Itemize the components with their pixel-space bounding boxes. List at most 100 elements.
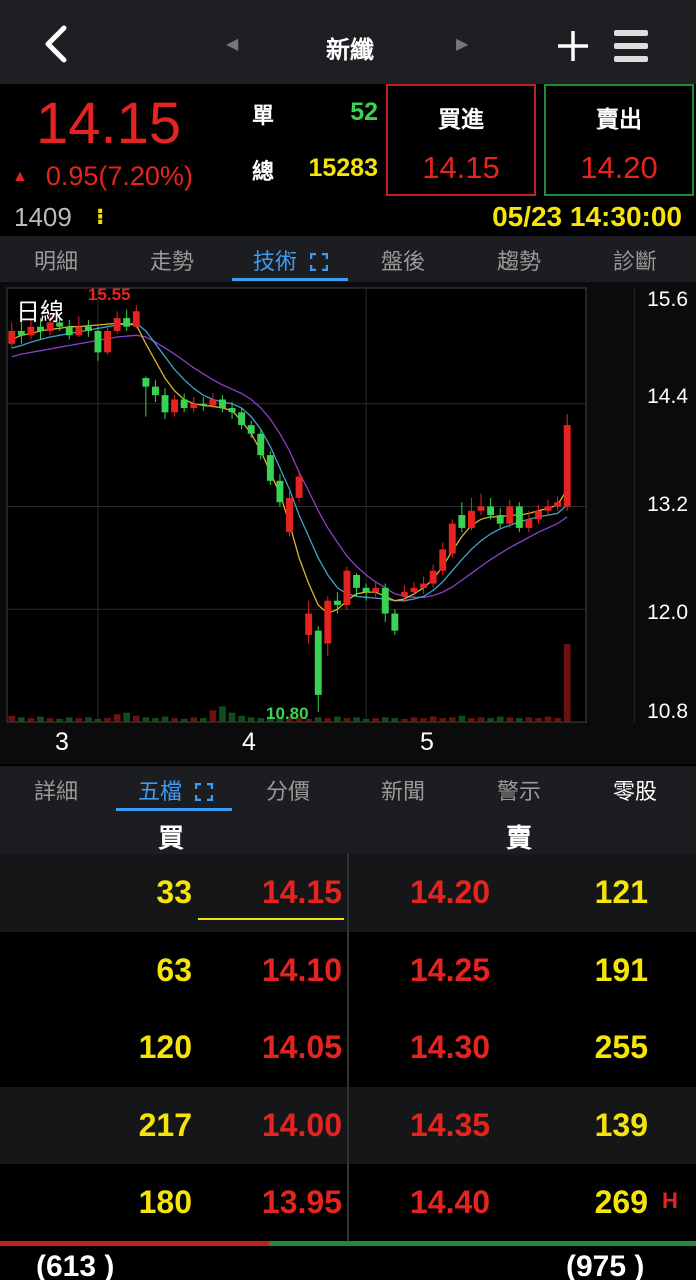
candle-body xyxy=(295,476,303,498)
bid-ratio-bar xyxy=(0,1241,269,1246)
candle-body xyxy=(247,425,255,434)
candle-body xyxy=(228,408,236,413)
quote-datetime: 05/23 14:30:00 xyxy=(492,201,682,232)
menu-button[interactable] xyxy=(612,28,652,64)
candle-body xyxy=(94,330,102,353)
technical-chart[interactable]: 日線 15.55 10.80 15.6 14.4 13.2 12.0 10.8 … xyxy=(0,282,696,764)
candle-body xyxy=(487,506,495,516)
x-tick-label: 5 xyxy=(420,728,434,756)
tab-price-distribution[interactable]: 分價 xyxy=(266,774,310,806)
candle-body xyxy=(266,455,274,481)
volume-bar xyxy=(65,717,73,722)
volume-bar xyxy=(343,718,351,722)
candle-body xyxy=(544,506,552,511)
tab-details[interactable]: 詳細 xyxy=(34,774,78,806)
y-tick-label: 15.6 xyxy=(647,288,688,311)
ask-volume: 191 xyxy=(594,952,648,988)
candle-body xyxy=(219,399,226,409)
sell-button[interactable]: 賣出 14.20 xyxy=(544,84,694,196)
volume-bar xyxy=(448,717,456,722)
candle-body xyxy=(333,600,341,605)
prev-stock-button[interactable]: ◀ xyxy=(226,34,238,54)
tab-trend[interactable]: 走勢 xyxy=(150,244,194,276)
orderbook-header: 買 賣 xyxy=(0,812,696,854)
volume-bar xyxy=(362,718,370,722)
y-tick-label: 12.0 xyxy=(647,601,688,624)
volume-bar xyxy=(247,717,255,722)
bid-price: 14.05 xyxy=(261,1029,342,1065)
volume-bar xyxy=(458,715,466,722)
volume-bar xyxy=(477,717,485,722)
volume-bar xyxy=(161,716,169,722)
y-tick-label: 13.2 xyxy=(647,493,688,516)
tab-tendency[interactable]: 趨勢 xyxy=(497,244,541,276)
volume-bar xyxy=(496,716,504,722)
tab-alerts[interactable]: 警示 xyxy=(497,774,541,806)
quote-panel: 14.15 ▲ 0.95(7.20%) 單 52 總 15283 買進 14.15… xyxy=(0,84,696,236)
candle-body xyxy=(468,510,475,528)
up-arrow-icon: ▲ xyxy=(12,168,28,185)
candle-body xyxy=(65,326,73,336)
candle-body xyxy=(84,326,92,331)
volume-bar xyxy=(515,718,523,722)
candle-body xyxy=(448,523,456,554)
ask-price: 14.20 xyxy=(410,874,491,910)
volume-bar xyxy=(94,718,102,722)
volume-bar xyxy=(75,718,83,722)
chart-period-label: 日線 xyxy=(16,298,64,326)
top-bar: ◀ 新纖 ▶ xyxy=(0,0,696,84)
candle-body xyxy=(439,549,447,571)
tab-five-levels-label: 五檔 xyxy=(138,780,183,805)
more-options-icon[interactable]: ⁝ xyxy=(96,204,104,230)
bid-price: 14.00 xyxy=(261,1107,342,1143)
tab-odd-lot[interactable]: 零股 xyxy=(613,774,657,806)
active-tab-indicator xyxy=(116,808,232,811)
price-change: ▲ 0.95(7.20%) xyxy=(12,161,193,192)
tab-detail[interactable]: 明細 xyxy=(34,244,78,276)
volume-bar xyxy=(37,716,44,722)
high-marker: H xyxy=(662,1188,678,1213)
add-watchlist-button[interactable] xyxy=(555,28,591,64)
stock-title: 新纖 xyxy=(326,36,374,64)
bid-volume: 120 xyxy=(138,1029,192,1065)
back-button[interactable] xyxy=(38,22,78,66)
bid-price: 14.15 xyxy=(261,874,342,910)
volume-bar xyxy=(334,716,341,722)
volume-bar xyxy=(429,716,437,722)
next-stock-button[interactable]: ▶ xyxy=(456,34,468,54)
volume-bar xyxy=(18,717,25,722)
volume-bar xyxy=(209,710,217,722)
candle-body xyxy=(372,587,380,593)
volume-bar xyxy=(439,718,447,722)
candle-body xyxy=(429,570,437,584)
ask-price: 14.25 xyxy=(410,952,491,988)
tab-technical[interactable]: 技術 xyxy=(253,244,329,276)
bid-header: 買 xyxy=(158,824,185,854)
bid-price: 13.95 xyxy=(261,1184,342,1220)
candle-body xyxy=(37,326,44,331)
tab-five-levels[interactable]: 五檔 xyxy=(138,774,214,806)
last-price: 14.15 xyxy=(36,91,182,156)
x-tick-label: 3 xyxy=(55,728,69,756)
candle-body xyxy=(75,326,83,336)
orderbook-divider xyxy=(347,854,349,1242)
volume-bar xyxy=(401,718,408,722)
stock-code: 1409 xyxy=(14,202,72,232)
tab-news[interactable]: 新聞 xyxy=(381,774,425,806)
candle-body xyxy=(276,480,284,503)
volume-bar xyxy=(468,718,475,722)
candle-body xyxy=(343,570,351,605)
bottom-tab-bar: 詳細 五檔 分價 新聞 警示 零股 xyxy=(0,766,696,812)
buy-button[interactable]: 買進 14.15 xyxy=(386,84,536,196)
candle-body xyxy=(27,326,35,336)
buy-price: 14.15 xyxy=(422,150,500,185)
candle-body xyxy=(104,330,111,353)
tab-diagnosis[interactable]: 診斷 xyxy=(613,244,657,276)
volume-bar xyxy=(228,712,236,722)
volume-bar xyxy=(46,718,54,722)
y-tick-label: 10.8 xyxy=(647,700,688,723)
candle-body xyxy=(161,395,169,413)
tab-after-hours[interactable]: 盤後 xyxy=(381,244,425,276)
plot-area xyxy=(6,287,587,723)
ask-volume: 121 xyxy=(594,874,648,910)
